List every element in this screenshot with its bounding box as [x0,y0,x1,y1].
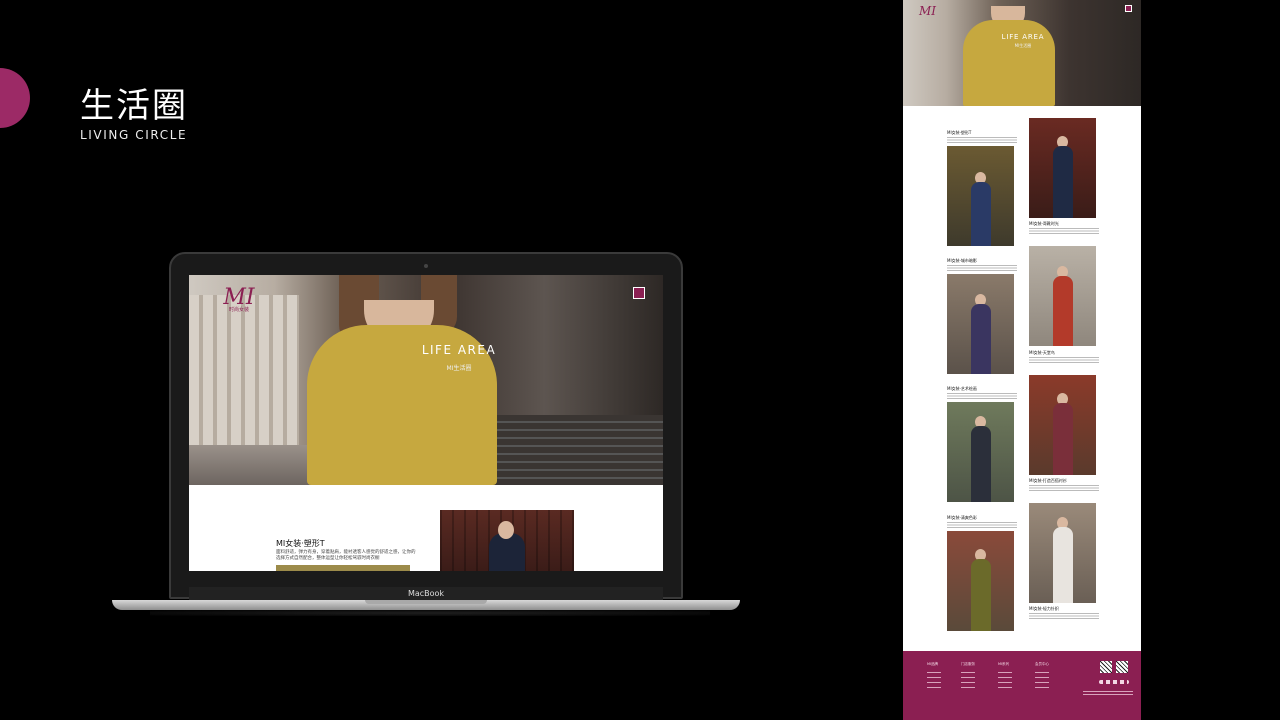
card-text [947,522,1017,529]
slide-subtitle: LIVING CIRCLE [80,128,188,142]
accent-circle [0,68,30,128]
laptop-brand-label: MacBook [189,587,663,600]
page-hero: MI LIFE AREA MI生活圈 [903,0,1141,106]
card-text [947,393,1017,400]
card-title[interactable]: MI女装·轻力针织 [1029,606,1059,612]
hamburger-menu-icon[interactable] [633,287,645,299]
card-title[interactable]: MI女装·城市暗影 [947,258,977,264]
footer-col-title: 会员中心 [1035,662,1049,666]
card-photo[interactable] [1029,118,1096,218]
footer-links[interactable] [927,672,941,688]
laptop-notch [365,600,487,604]
card-title[interactable]: MI女装·天堂鸟 [1029,350,1055,356]
qr-code-icon [1116,661,1128,673]
card-photo[interactable] [947,531,1014,631]
card-text [1029,228,1099,235]
card-photo[interactable] [947,274,1014,374]
page-footer: MI品牌 门店服务 MI系列 会员中心 [903,651,1141,720]
page-hero-subtitle: MI生活圈 [1014,43,1032,48]
card-title[interactable]: MI女装·塑形T [947,130,971,136]
card-title[interactable]: MI女装·艺术绘画 [947,386,977,392]
hamburger-menu-icon[interactable] [1125,5,1132,12]
article-title[interactable]: MI女装·塑形T [276,538,325,549]
card-photo[interactable] [1029,246,1096,346]
model-figure [971,426,991,502]
model-figure [971,182,991,246]
social-icons[interactable] [1099,680,1129,684]
hero-title: LIFE AREA [421,343,497,357]
card-title[interactable]: MI女装·打造百搭衬衫 [1029,478,1067,484]
page-logo[interactable]: MI [919,4,936,18]
article-text: 面料舒适，弹力有身，穿着贴肩，能衬透客人感觉的舒适之感，让你的选择方式自然配合，… [276,550,416,561]
laptop-screen: MI 时尚女装 LIFE AREA MI生活圈 MI女装·塑形T 面料舒适，弹力… [189,275,663,571]
slide-canvas: 生活圈 LIVING CIRCLE MI 时尚女装 LIFE AREA MI生活… [0,0,1280,720]
page-hero-title: LIFE AREA [1001,33,1045,41]
card-text [947,265,1017,272]
photo-model-face [498,521,514,539]
article-photo[interactable] [276,565,410,571]
camera-icon [424,264,428,268]
card-photo[interactable] [947,146,1014,246]
slide-title: 生活圈 [80,86,188,126]
laptop-shadow [150,610,710,616]
card-text [947,137,1017,144]
pagination [1011,641,1041,656]
footer-col-title: MI系列 [998,662,1010,666]
footer-col-title: 门店服务 [961,662,975,666]
card-text [1029,613,1099,620]
webpage-preview: MI LIFE AREA MI生活圈 MI女装·塑形T MI女装·哥靴时光 MI… [903,0,1141,720]
card-photo[interactable] [1029,503,1096,603]
hero-banner: MI 时尚女装 LIFE AREA MI生活圈 [189,275,663,485]
footer-links[interactable] [1035,672,1049,688]
card-photo[interactable] [1029,375,1096,475]
card-title[interactable]: MI女装·哥靴时光 [1029,221,1059,227]
hero-background-stairs [469,415,663,485]
model-figure [1053,403,1073,475]
footer-links[interactable] [998,672,1012,688]
model-figure [971,559,991,631]
model-figure [971,304,991,374]
footer-copyright [1083,691,1133,697]
model-figure [1053,527,1073,603]
card-text [1029,485,1099,492]
card-photo[interactable] [947,402,1014,502]
card-text [1029,357,1099,364]
footer-col-title: MI品牌 [927,662,939,666]
site-logo[interactable]: MI 时尚女装 [219,285,259,317]
footer-links[interactable] [961,672,975,688]
hero-subtitle: MI生活圈 [446,365,472,372]
model-figure [1053,276,1073,346]
card-title[interactable]: MI女装·清爽色彩 [947,515,977,521]
qr-code-icon [1100,661,1112,673]
model-figure [1053,146,1073,218]
